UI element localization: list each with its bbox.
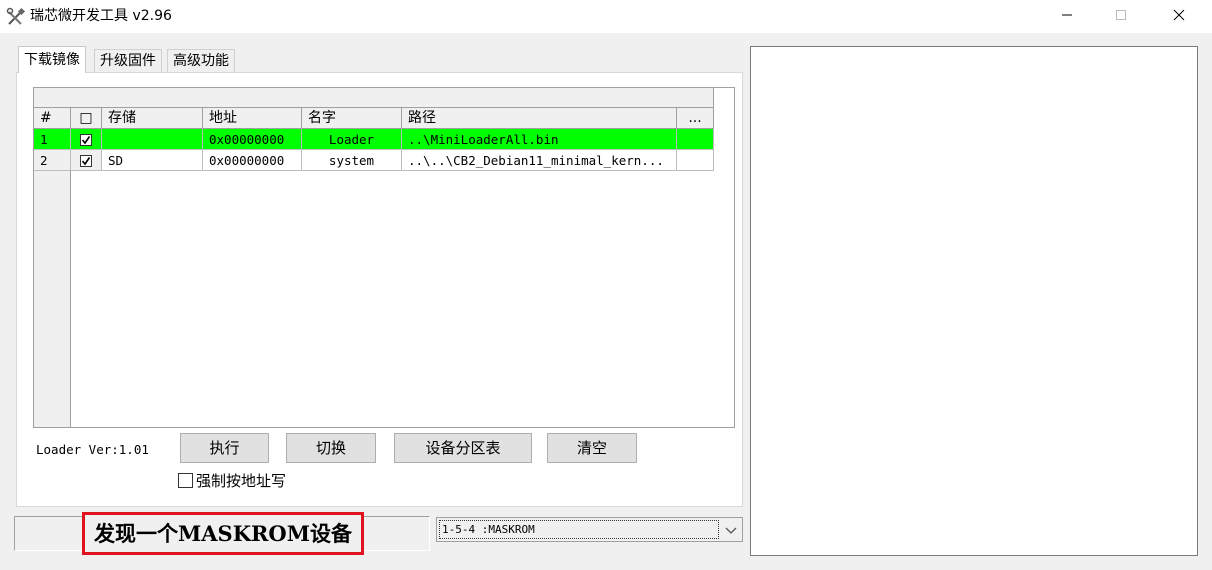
maximize-icon [1115, 9, 1127, 25]
row-number: 1 [34, 129, 71, 150]
row-header-column [34, 171, 71, 427]
table-header: # □ 存储 地址 名字 路径 ... [34, 108, 714, 129]
row-path[interactable]: ..\MiniLoaderAll.bin [402, 129, 677, 150]
title-bar: 瑞芯微开发工具 v2.96 [0, 0, 1212, 33]
tab-download-image[interactable]: 下载镜像 [18, 46, 86, 73]
tab-upgrade-firmware[interactable]: 升级固件 [94, 49, 162, 72]
row-path[interactable]: ..\..\CB2_Debian11_minimal_kern... [402, 150, 677, 171]
table-row[interactable]: 2 SD 0x00000000 system ..\..\CB2_Debian1… [34, 150, 714, 171]
table-row[interactable]: 1 0x00000000 Loader ..\MiniLoaderAll.bin [34, 129, 714, 150]
column-header-name[interactable]: 名字 [302, 108, 402, 129]
tools-icon [6, 7, 26, 27]
log-output-panel[interactable] [750, 46, 1198, 556]
close-button[interactable] [1156, 0, 1202, 33]
table-top-strip [34, 88, 714, 108]
row-address[interactable]: 0x00000000 [203, 129, 302, 150]
row-checkbox[interactable] [71, 129, 102, 150]
row-storage[interactable]: SD [102, 150, 203, 171]
row-checkbox[interactable] [71, 150, 102, 171]
clear-button[interactable]: 清空 [547, 433, 637, 463]
row-name[interactable]: system [302, 150, 402, 171]
close-icon [1173, 9, 1185, 25]
checkbox-checked-icon [80, 134, 92, 146]
device-select[interactable]: 1-5-4 :MASKROM [436, 517, 743, 542]
column-header-checkbox[interactable]: □ [71, 108, 102, 129]
window-title: 瑞芯微开发工具 v2.96 [30, 8, 172, 24]
partition-table-button[interactable]: 设备分区表 [394, 433, 532, 463]
maximize-button[interactable] [1098, 0, 1144, 33]
chevron-down-icon[interactable] [724, 523, 738, 537]
minimize-icon [1061, 9, 1073, 25]
loader-version-label: Loader Ver:1.01 [36, 442, 149, 457]
column-header-address[interactable]: 地址 [203, 108, 302, 129]
row-name[interactable]: Loader [302, 129, 402, 150]
force-write-checkbox[interactable]: 强制按地址写 [178, 472, 286, 490]
device-select-value: 1-5-4 :MASKROM [439, 520, 719, 539]
switch-button[interactable]: 切换 [286, 433, 376, 463]
row-browse[interactable] [677, 150, 714, 171]
row-address[interactable]: 0x00000000 [203, 150, 302, 171]
image-list-table[interactable]: # □ 存储 地址 名字 路径 ... 1 0x00000000 Loader … [33, 87, 735, 428]
status-message: 发现一个MASKROM设备 [82, 512, 364, 555]
checkbox-unchecked-icon [178, 473, 193, 488]
execute-button[interactable]: 执行 [180, 433, 269, 463]
force-write-label: 强制按地址写 [196, 472, 287, 490]
row-browse[interactable] [677, 129, 714, 150]
row-storage[interactable] [102, 129, 203, 150]
tab-advanced-functions[interactable]: 高级功能 [167, 49, 235, 72]
column-header-more[interactable]: ... [677, 108, 714, 129]
minimize-button[interactable] [1044, 0, 1090, 33]
column-header-path[interactable]: 路径 [402, 108, 677, 129]
column-header-number[interactable]: # [34, 108, 71, 129]
row-number: 2 [34, 150, 71, 171]
checkbox-checked-icon [80, 155, 92, 167]
column-header-storage[interactable]: 存储 [102, 108, 203, 129]
